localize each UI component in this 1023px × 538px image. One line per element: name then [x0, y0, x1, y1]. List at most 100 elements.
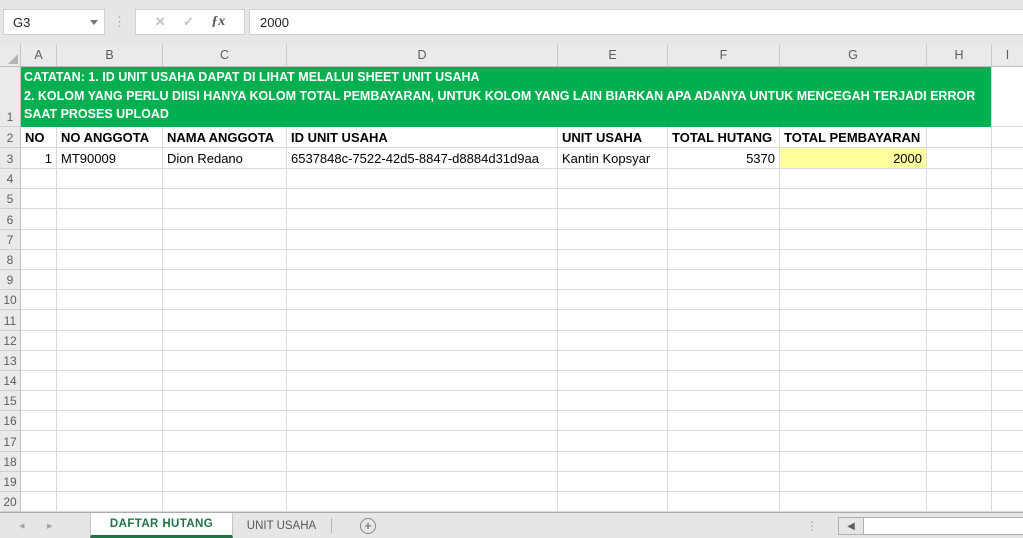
grid-cell[interactable]	[57, 431, 163, 452]
grid-cell[interactable]	[57, 391, 163, 412]
grid-cell[interactable]	[558, 492, 668, 512]
row-header-3[interactable]: 3	[0, 148, 20, 169]
enter-icon[interactable]: ✓	[183, 14, 194, 30]
header-cell-total-hutang[interactable]: TOTAL HUTANG	[668, 127, 780, 148]
grid-cell[interactable]	[287, 290, 558, 311]
header-cell-nama-anggota[interactable]: NAMA ANGGOTA	[163, 127, 287, 148]
grid-cell[interactable]	[57, 330, 163, 351]
grid-cell[interactable]	[163, 471, 287, 492]
row-header-17[interactable]: 17	[0, 431, 20, 452]
grid-cell[interactable]	[558, 370, 668, 392]
row-header-7[interactable]: 7	[0, 230, 20, 250]
grid-cell[interactable]	[668, 169, 780, 190]
grid-cell[interactable]	[992, 189, 1023, 210]
grid-cell[interactable]	[780, 229, 927, 250]
grid-cell[interactable]	[163, 451, 287, 472]
column-header-g[interactable]: G	[780, 44, 927, 66]
grid-cell[interactable]	[287, 209, 558, 230]
banner-cell[interactable]: CATATAN: 1. ID UNIT USAHA DAPAT DI LIHAT…	[21, 67, 992, 127]
grid-cell[interactable]	[992, 431, 1023, 452]
grid-cell[interactable]	[287, 269, 558, 291]
grid-cell[interactable]	[927, 249, 992, 270]
grid-cell[interactable]	[21, 330, 57, 351]
grid-cell[interactable]	[780, 269, 927, 291]
grid-cell[interactable]	[668, 431, 780, 452]
grid-cell-h3[interactable]	[927, 148, 992, 169]
grid-cell[interactable]	[927, 209, 992, 230]
grid-cell[interactable]	[558, 229, 668, 250]
grid-cell[interactable]	[927, 370, 992, 392]
grid-cell[interactable]	[163, 209, 287, 230]
grid-cell[interactable]	[668, 492, 780, 512]
grid-cell[interactable]	[57, 451, 163, 472]
grid-cell[interactable]	[992, 331, 1023, 351]
row-header-19[interactable]: 19	[0, 472, 20, 492]
column-header-c[interactable]: C	[163, 44, 287, 66]
grid-cell[interactable]	[927, 471, 992, 492]
grid-cell[interactable]	[163, 269, 287, 291]
grid-cell[interactable]	[780, 391, 927, 412]
grid-cell[interactable]	[992, 169, 1023, 190]
grid-cell[interactable]	[558, 350, 668, 371]
grid-cell[interactable]	[21, 269, 57, 291]
grid-cell[interactable]	[780, 169, 927, 190]
grid-cell[interactable]	[780, 370, 927, 392]
column-header-d[interactable]: D	[287, 44, 558, 66]
grid-cell[interactable]	[287, 411, 558, 432]
column-header-e[interactable]: E	[558, 44, 668, 66]
grid-cell[interactable]	[558, 189, 668, 210]
sheet-nav-prev-icon[interactable]: ◂	[19, 513, 25, 538]
grid-cell[interactable]	[558, 411, 668, 432]
grid-cell[interactable]	[287, 391, 558, 412]
grid-cell[interactable]	[287, 169, 558, 190]
name-box-dropdown-icon[interactable]	[90, 19, 98, 25]
grid-cell[interactable]	[558, 431, 668, 452]
grid-cell[interactable]	[163, 330, 287, 351]
select-all-corner[interactable]	[0, 44, 21, 66]
grid-cell[interactable]	[558, 209, 668, 230]
grid-cell[interactable]	[927, 310, 992, 331]
grid-cell[interactable]	[927, 229, 992, 250]
grid-cell[interactable]	[287, 370, 558, 392]
grid-cell[interactable]	[992, 209, 1023, 230]
grid-cell[interactable]	[780, 189, 927, 210]
grid-cell[interactable]	[57, 492, 163, 512]
grid-cell[interactable]	[287, 310, 558, 331]
grid-cell[interactable]	[163, 411, 287, 432]
grid-cell[interactable]	[992, 391, 1023, 412]
row-header-4[interactable]: 4	[0, 169, 20, 190]
grid-cell[interactable]	[927, 269, 992, 291]
grid-cell[interactable]	[57, 290, 163, 311]
grid-cell[interactable]	[558, 169, 668, 190]
grid-cell-i2[interactable]	[992, 127, 1023, 148]
grid-cell[interactable]	[780, 209, 927, 230]
grid-cell[interactable]	[780, 290, 927, 311]
grid-cell[interactable]	[558, 290, 668, 311]
grid-cell[interactable]	[163, 229, 287, 250]
grid-cell[interactable]	[287, 471, 558, 492]
grid-cell[interactable]	[558, 330, 668, 351]
grid-cell[interactable]	[287, 229, 558, 250]
grid-cell[interactable]	[668, 189, 780, 210]
grid-cell[interactable]	[57, 189, 163, 210]
grid-cell[interactable]	[57, 411, 163, 432]
grid-cell[interactable]	[21, 370, 57, 392]
grid-cell[interactable]	[668, 249, 780, 270]
grid-cell[interactable]	[992, 230, 1023, 250]
grid-cell[interactable]	[992, 492, 1023, 512]
grid-cell[interactable]	[57, 249, 163, 270]
grid-cell[interactable]	[780, 492, 927, 512]
row-header-14[interactable]: 14	[0, 371, 20, 392]
scroll-left-icon[interactable]: ◀	[839, 518, 863, 534]
grid-cell[interactable]	[21, 189, 57, 210]
grid-cell[interactable]	[21, 451, 57, 472]
header-cell-total-pembayaran[interactable]: TOTAL PEMBAYARAN	[780, 127, 927, 148]
grid-cell[interactable]	[668, 370, 780, 392]
grid-cell[interactable]	[163, 391, 287, 412]
grid-cell[interactable]	[668, 451, 780, 472]
grid-cell[interactable]	[21, 492, 57, 512]
grid-cell-i3[interactable]	[992, 148, 1023, 169]
grid-cell-i1[interactable]	[992, 67, 1023, 127]
grid-cell[interactable]	[287, 451, 558, 472]
grid-cell[interactable]	[668, 330, 780, 351]
